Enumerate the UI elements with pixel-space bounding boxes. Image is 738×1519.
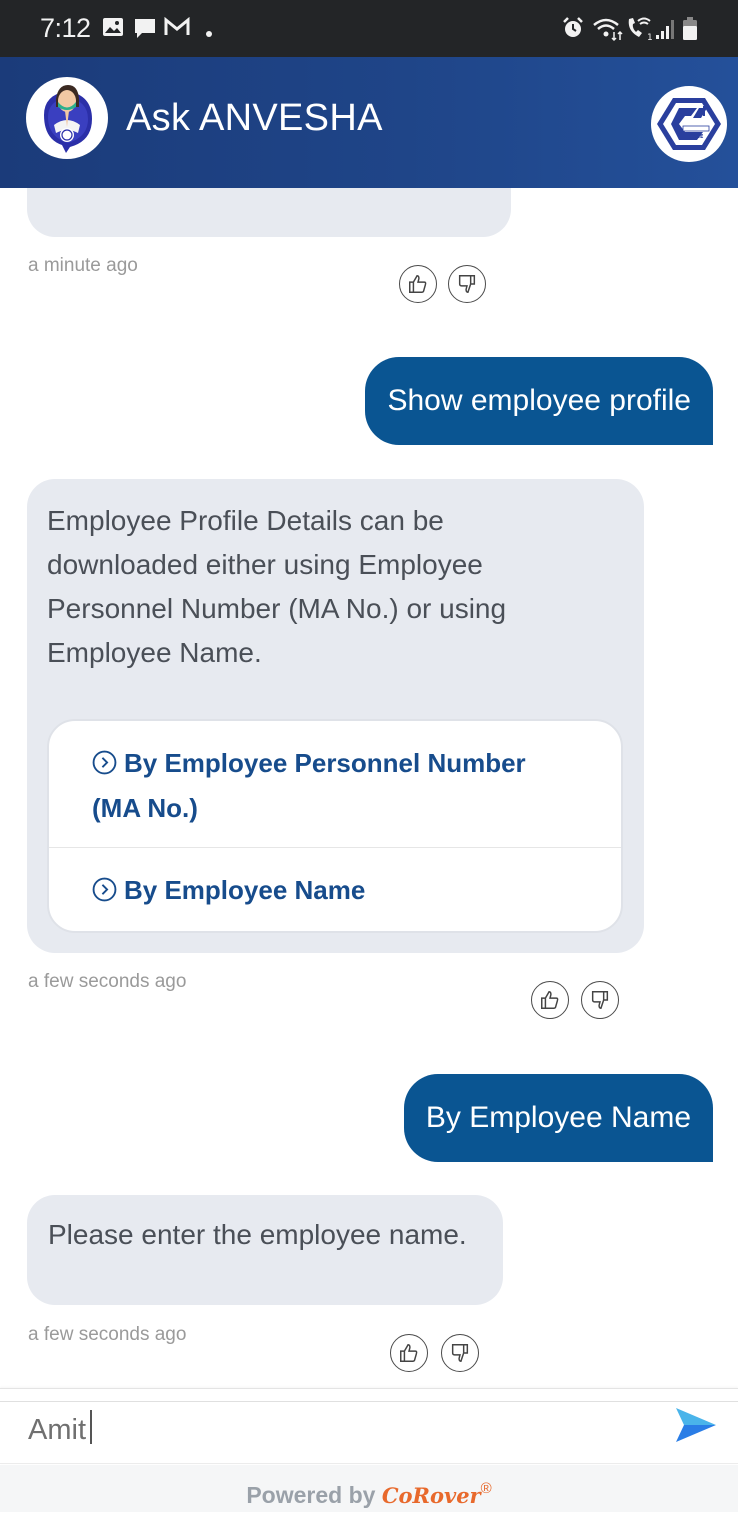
input-divider — [0, 1401, 738, 1402]
text-caret — [90, 1410, 92, 1444]
status-time: 7:12 — [40, 13, 91, 43]
thumbs-up-button[interactable] — [399, 265, 437, 303]
option-by-personnel-number[interactable]: By Employee Personnel Number (MA No.) — [49, 742, 621, 829]
signal-icon — [655, 18, 675, 45]
bot-message-line: Employee Name. — [47, 637, 262, 668]
bot-message-line: Employee Profile Details can be — [47, 505, 444, 536]
option-divider — [49, 847, 621, 848]
bot-message — [27, 188, 511, 237]
gmail-icon — [164, 16, 190, 42]
quick-reply-options: By Employee Personnel Number (MA No.) By… — [47, 719, 623, 933]
grse-logo-icon: GRSE — [651, 86, 727, 162]
thumbs-down-button[interactable] — [441, 1334, 479, 1372]
bot-message-line: Personnel Number (MA No.) or using — [47, 593, 507, 624]
app-header: Ask ANVESHA GRSE — [0, 57, 738, 188]
thumbs-up-icon — [400, 1344, 418, 1362]
wifi-calling-icon: 1 — [625, 15, 655, 46]
status-bar: 7:12 1 — [0, 0, 738, 57]
message-timestamp: a few seconds ago — [28, 1324, 187, 1345]
anvesha-avatar-icon[interactable] — [26, 77, 108, 159]
header-title: Ask ANVESHA — [126, 97, 383, 139]
battery-icon — [682, 17, 698, 46]
bot-message-line: downloaded either using Employee — [47, 549, 483, 580]
option-by-employee-name[interactable]: By Employee Name — [49, 869, 621, 914]
message-input[interactable] — [28, 1407, 648, 1453]
option-label: By Employee Personnel Number — [124, 748, 526, 778]
option-label: (MA No.) — [92, 793, 198, 823]
message-input-bar — [0, 1388, 738, 1464]
bot-message: Employee Profile Details can be download… — [27, 479, 644, 953]
thumbs-down-icon — [451, 1344, 469, 1362]
bot-message-text: Employee Profile Details can be download… — [47, 499, 506, 675]
bot-message-text: Please enter the employee name. — [48, 1219, 467, 1250]
chat-area[interactable]: a minute ago Show employee profile Emplo… — [0, 188, 738, 1383]
thumbs-down-icon — [458, 275, 476, 293]
gallery-icon — [102, 17, 124, 42]
thumbs-up-button[interactable] — [390, 1334, 428, 1372]
user-message: By Employee Name — [403, 1074, 713, 1162]
send-icon — [676, 1408, 716, 1442]
svg-text:1: 1 — [647, 33, 653, 41]
svg-text:GRSE: GRSE — [689, 134, 705, 140]
powered-by-label: Powered by — [246, 1482, 376, 1508]
corover-brand[interactable]: CoRover — [382, 1483, 481, 1508]
thumbs-up-icon — [409, 275, 427, 293]
message-timestamp: a few seconds ago — [28, 971, 187, 992]
user-message: Show employee profile — [365, 357, 713, 445]
alarm-icon — [561, 16, 585, 45]
option-label: By Employee Name — [124, 875, 366, 905]
thumbs-up-icon — [541, 991, 559, 1009]
bot-message: Please enter the employee name. — [27, 1195, 503, 1305]
thumbs-down-button[interactable] — [581, 981, 619, 1019]
registered-mark: ® — [480, 1480, 492, 1497]
chevron-circle-right-icon — [92, 745, 117, 787]
thumbs-down-icon — [591, 991, 609, 1009]
chevron-circle-right-icon — [92, 872, 117, 914]
wifi-icon — [592, 16, 624, 47]
thumbs-up-button[interactable] — [531, 981, 569, 1019]
dot-icon — [205, 25, 213, 43]
message-icon — [133, 17, 157, 46]
message-timestamp: a minute ago — [28, 255, 138, 276]
powered-by-footer: Powered by CoRover® — [0, 1465, 738, 1512]
thumbs-down-button[interactable] — [448, 265, 486, 303]
send-button[interactable] — [672, 1405, 720, 1445]
